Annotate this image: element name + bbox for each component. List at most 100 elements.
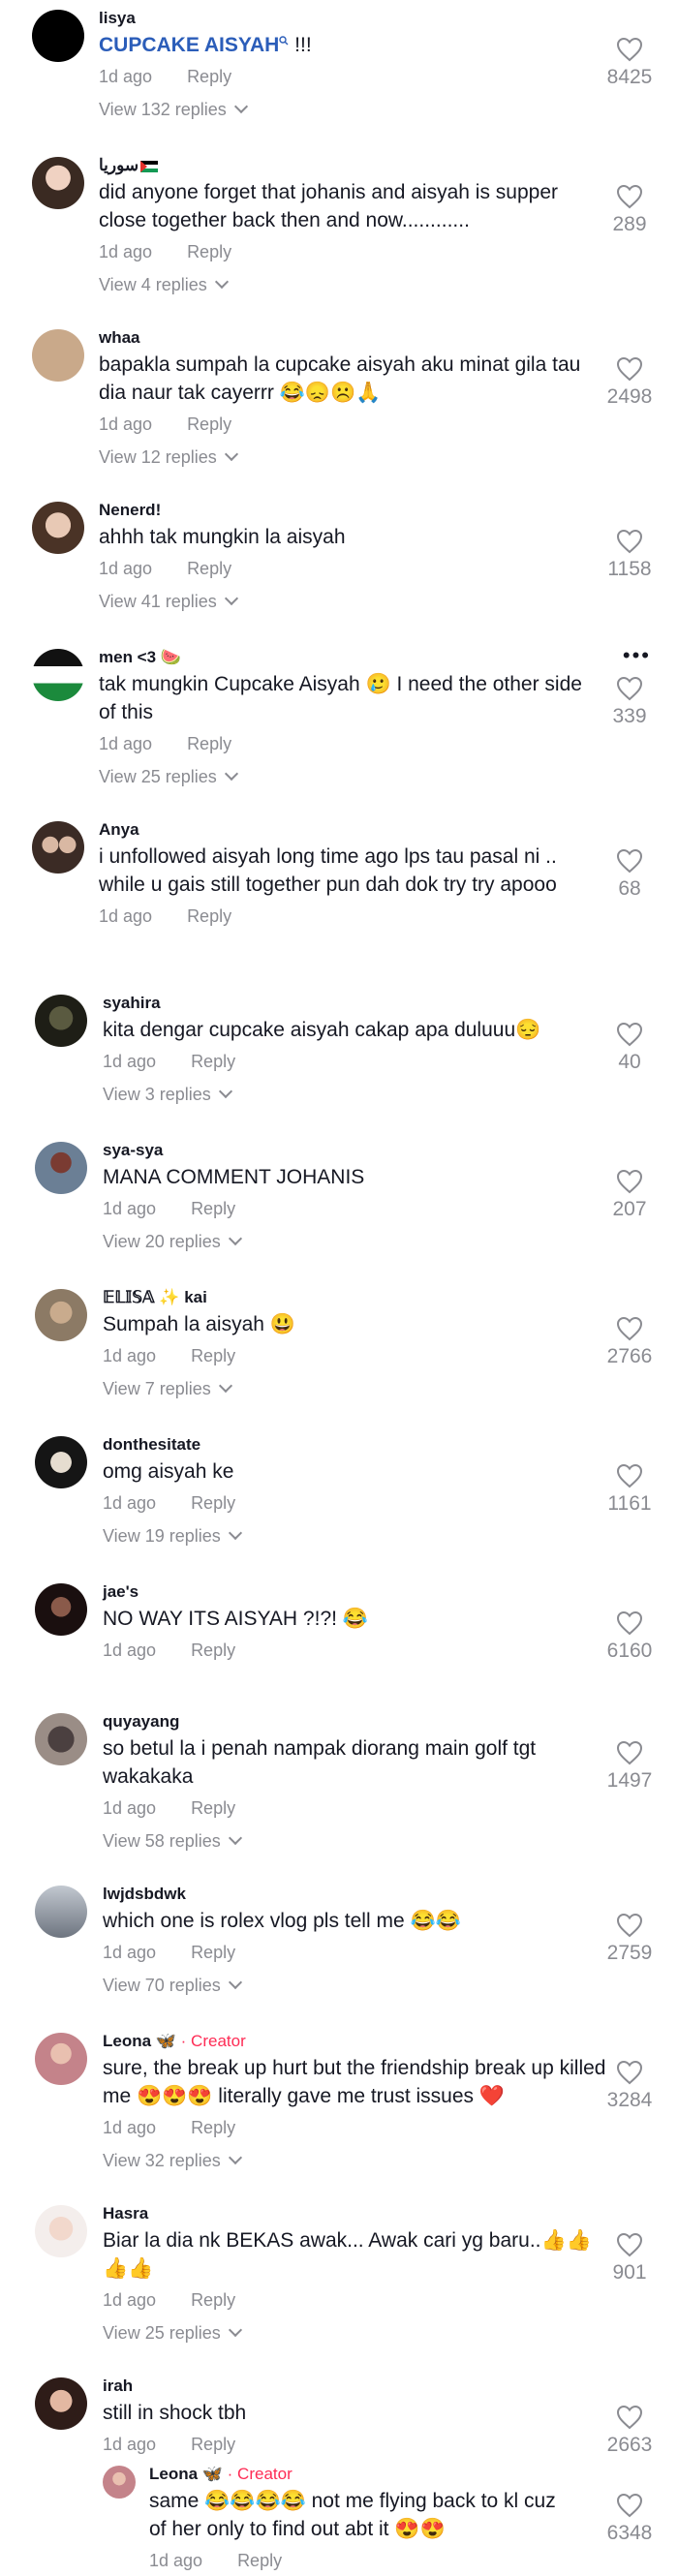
chevron-down-icon (218, 1378, 232, 1394)
view-replies-button[interactable]: View 32 replies (103, 2149, 606, 2172)
like-button[interactable]: 2759 (601, 1913, 659, 1965)
username[interactable]: sya-sya (103, 1140, 606, 1161)
avatar[interactable] (35, 2205, 87, 2257)
reply-button[interactable]: Reply (191, 1798, 235, 1818)
reply-button[interactable]: Reply (187, 906, 231, 926)
username[interactable]: Hasra (103, 2203, 606, 2224)
view-replies-button[interactable]: View 132 replies (99, 98, 602, 121)
avatar[interactable] (35, 2033, 87, 2085)
username[interactable]: jae's (103, 1581, 606, 1603)
view-replies-button[interactable]: View 41 replies (99, 590, 602, 613)
reply-button[interactable]: Reply (187, 734, 231, 753)
view-replies-button[interactable]: View 20 replies (103, 1230, 606, 1253)
username[interactable]: Anya (99, 819, 602, 841)
avatar[interactable] (35, 1436, 87, 1488)
reply-button[interactable]: Reply (191, 2290, 235, 2310)
username[interactable]: lwjdsbdwk (103, 1884, 606, 1905)
like-button[interactable]: 68 (601, 848, 659, 901)
reply-button[interactable]: Reply (187, 67, 231, 86)
like-button[interactable]: 8425 (601, 37, 659, 89)
view-replies-button[interactable]: View 25 replies (103, 2321, 606, 2345)
like-button[interactable]: 1161 (601, 1463, 659, 1516)
like-button[interactable]: 1158 (601, 529, 659, 581)
comment-text: did anyone forget that johanis and aisya… (99, 181, 558, 231)
timestamp: 1d ago (99, 414, 153, 434)
like-count: 6160 (606, 1640, 653, 1662)
username[interactable]: donthesitate (103, 1434, 606, 1456)
avatar[interactable] (35, 995, 87, 1047)
avatar[interactable] (32, 821, 84, 874)
avatar[interactable] (35, 1713, 87, 1765)
like-button[interactable]: 339 (601, 676, 659, 728)
like-button[interactable]: 40 (601, 1022, 659, 1074)
view-replies-button[interactable]: View 70 replies (103, 1974, 606, 1997)
chevron-down-icon (224, 591, 238, 606)
reply-button[interactable]: Reply (191, 1052, 235, 1071)
like-button[interactable]: 3284 (601, 2060, 659, 2112)
avatar[interactable] (35, 1886, 87, 1938)
flag-icon (140, 160, 159, 172)
avatar[interactable] (103, 2466, 136, 2499)
reply-button[interactable]: Reply (187, 242, 231, 261)
like-button[interactable]: 6348 (601, 2493, 659, 2545)
comment-text: same 😂😂😂😂 not me flying back to kl cuz o… (149, 2490, 556, 2540)
more-options-icon[interactable]: ••• (623, 643, 651, 668)
reply-button[interactable]: Reply (191, 1943, 235, 1962)
avatar[interactable] (35, 2377, 87, 2430)
avatar[interactable] (32, 157, 84, 209)
reply-button[interactable]: Reply (191, 1493, 235, 1513)
username[interactable]: men <3 🍉 (99, 647, 602, 668)
reply-button[interactable]: Reply (187, 414, 231, 434)
username[interactable]: whaa (99, 327, 602, 349)
avatar[interactable] (32, 329, 84, 382)
view-replies-button[interactable]: View 19 replies (103, 1524, 606, 1548)
avatar[interactable] (35, 1583, 87, 1636)
avatar[interactable] (32, 649, 84, 701)
view-replies-button[interactable]: View 58 replies (103, 1829, 606, 1853)
avatar[interactable] (32, 10, 84, 62)
username[interactable]: syahira (103, 993, 606, 1014)
username[interactable]: irah (103, 2376, 606, 2397)
like-button[interactable]: 2498 (601, 356, 659, 409)
timestamp: 1d ago (103, 2435, 157, 2454)
like-button[interactable]: 2663 (601, 2405, 659, 2457)
avatar[interactable] (35, 1142, 87, 1194)
reply-button[interactable]: Reply (191, 2118, 235, 2137)
avatar[interactable] (32, 502, 84, 554)
like-button[interactable]: 6160 (601, 1610, 659, 1663)
like-button[interactable]: 2766 (601, 1316, 659, 1368)
username[interactable]: Leona 🦋 · Creator (103, 2031, 606, 2052)
comment-text: MANA COMMENT JOHANIS (103, 1166, 365, 1188)
reply-button[interactable]: Reply (191, 1346, 235, 1365)
like-button[interactable]: 289 (601, 184, 659, 236)
like-button[interactable]: 207 (601, 1169, 659, 1221)
username[interactable]: lisya (99, 8, 602, 29)
view-replies-button[interactable]: View 3 replies (103, 1083, 606, 1106)
chevron-down-icon (224, 766, 238, 782)
reply-button[interactable]: Reply (191, 2435, 235, 2454)
heart-icon (616, 1463, 643, 1488)
avatar[interactable] (35, 1289, 87, 1341)
username[interactable]: سوريا (99, 155, 602, 176)
reply-button[interactable]: Reply (191, 1641, 235, 1660)
comment-text: Sumpah la aisyah 😃 (103, 1313, 295, 1335)
timestamp: 1d ago (99, 734, 153, 753)
reply-button[interactable]: Reply (187, 559, 231, 578)
search-link[interactable]: CUPCAKE AISYAH (99, 34, 279, 56)
view-replies-button[interactable]: View 7 replies (103, 1377, 606, 1400)
view-replies-button[interactable]: View 25 replies (99, 765, 602, 788)
search-icon (279, 36, 289, 46)
reply-button[interactable]: Reply (237, 2551, 282, 2570)
creator-badge: · Creator (222, 2465, 293, 2483)
heart-icon (616, 1169, 643, 1194)
username[interactable]: 𝔼𝕃𝕀𝕊𝔸 ✨ kai (103, 1287, 606, 1308)
like-button[interactable]: 1497 (601, 1740, 659, 1793)
reply-button[interactable]: Reply (191, 1199, 235, 1218)
timestamp: 1d ago (103, 1199, 157, 1218)
like-button[interactable]: 901 (601, 2232, 659, 2285)
view-replies-button[interactable]: View 12 replies (99, 445, 602, 469)
username[interactable]: Leona 🦋 · Creator (149, 2464, 566, 2485)
username[interactable]: quyayang (103, 1711, 606, 1733)
username[interactable]: Nenerd! (99, 500, 602, 521)
view-replies-button[interactable]: View 4 replies (99, 273, 602, 296)
